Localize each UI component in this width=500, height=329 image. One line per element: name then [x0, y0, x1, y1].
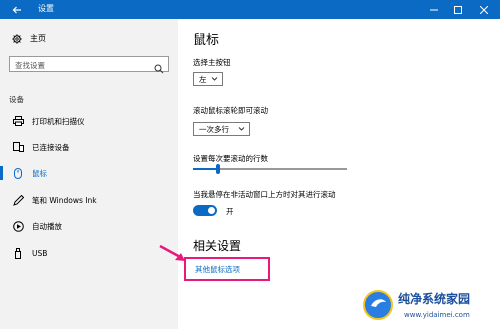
watermark-logo [363, 290, 393, 320]
close-button[interactable] [472, 0, 496, 19]
watermark: 纯净系统家园 www.yidaimei.com [362, 286, 496, 326]
close-icon [480, 5, 488, 14]
search-input[interactable]: 查找设置 [9, 56, 169, 74]
sidebar: 主页 查找设置 设备 打印机和扫描仪 已连接设备 鼠标 笔和 Windows I… [0, 19, 178, 329]
annotation-arrow-icon [159, 244, 185, 261]
autoplay-icon [12, 220, 24, 232]
printer-icon [12, 116, 24, 126]
maximize-icon [454, 5, 462, 14]
sidebar-item-label: 已连接设备 [32, 142, 70, 152]
usb-icon [12, 247, 24, 259]
primary-button-value: 左 [199, 74, 207, 84]
page-title: 鼠标 [193, 33, 220, 48]
sidebar-item-usb[interactable]: USB [0, 242, 178, 264]
toggle-state-label: 开 [226, 207, 234, 216]
lines-label: 设置每次要滚动的行数 [193, 154, 268, 163]
minimize-button[interactable] [422, 0, 446, 19]
search-placeholder: 查找设置 [15, 61, 45, 70]
sidebar-item-label: 自动播放 [32, 221, 62, 231]
primary-button-label: 选择主按钮 [193, 58, 231, 67]
toggle-knob [208, 207, 215, 214]
watermark-url: www.yidaimei.com [404, 311, 470, 319]
sidebar-item-label: 打印机和扫描仪 [32, 116, 85, 126]
sidebar-item-printers[interactable]: 打印机和扫描仪 [0, 110, 178, 132]
pen-icon [12, 194, 24, 206]
slider-fill [193, 168, 218, 170]
lines-slider[interactable] [193, 164, 347, 174]
title-bar: 设置 [0, 0, 500, 19]
chevron-down-icon [211, 75, 218, 84]
sidebar-item-label: 笔和 Windows Ink [32, 195, 97, 205]
gear-icon [12, 33, 22, 44]
slider-thumb[interactable] [216, 164, 220, 174]
sidebar-home-label: 主页 [30, 34, 46, 43]
minimize-icon [430, 9, 438, 10]
primary-button-dropdown[interactable]: 左 [193, 72, 223, 86]
mouse-icon [12, 167, 24, 179]
scroll-value: 一次多行 [199, 124, 229, 134]
sidebar-item-autoplay[interactable]: 自动播放 [0, 215, 178, 237]
back-button[interactable] [0, 0, 34, 19]
scroll-dropdown[interactable]: 一次多行 [193, 122, 250, 136]
sidebar-item-label: 鼠标 [32, 168, 47, 178]
chevron-down-icon [238, 125, 245, 134]
scroll-label: 滚动鼠标滚轮即可滚动 [193, 106, 268, 115]
sidebar-home[interactable]: 主页 [12, 33, 46, 44]
watermark-text: 纯净系统家园 [398, 292, 471, 306]
other-mouse-options-link[interactable]: 其他鼠标选项 [195, 264, 240, 275]
back-arrow-icon [12, 6, 21, 13]
section-label-devices: 设备 [9, 95, 24, 104]
maximize-button[interactable] [446, 0, 470, 19]
inactive-scroll-toggle[interactable] [193, 205, 217, 216]
main-content: 鼠标 选择主按钮 左 滚动鼠标滚轮即可滚动 一次多行 设置每次要滚动的行数 当我… [159, 19, 500, 329]
sidebar-item-pen[interactable]: 笔和 Windows Ink [0, 189, 178, 211]
sidebar-item-mouse[interactable]: 鼠标 [0, 162, 178, 184]
window-title: 设置 [38, 4, 54, 13]
inactive-scroll-label: 当我悬停在非活动窗口上方时对其进行滚动 [193, 190, 336, 199]
sidebar-item-label: USB [32, 248, 48, 258]
devices-icon [12, 142, 24, 152]
search-icon [154, 59, 164, 78]
sidebar-item-connected-devices[interactable]: 已连接设备 [0, 136, 178, 158]
related-settings-title: 相关设置 [193, 239, 242, 253]
